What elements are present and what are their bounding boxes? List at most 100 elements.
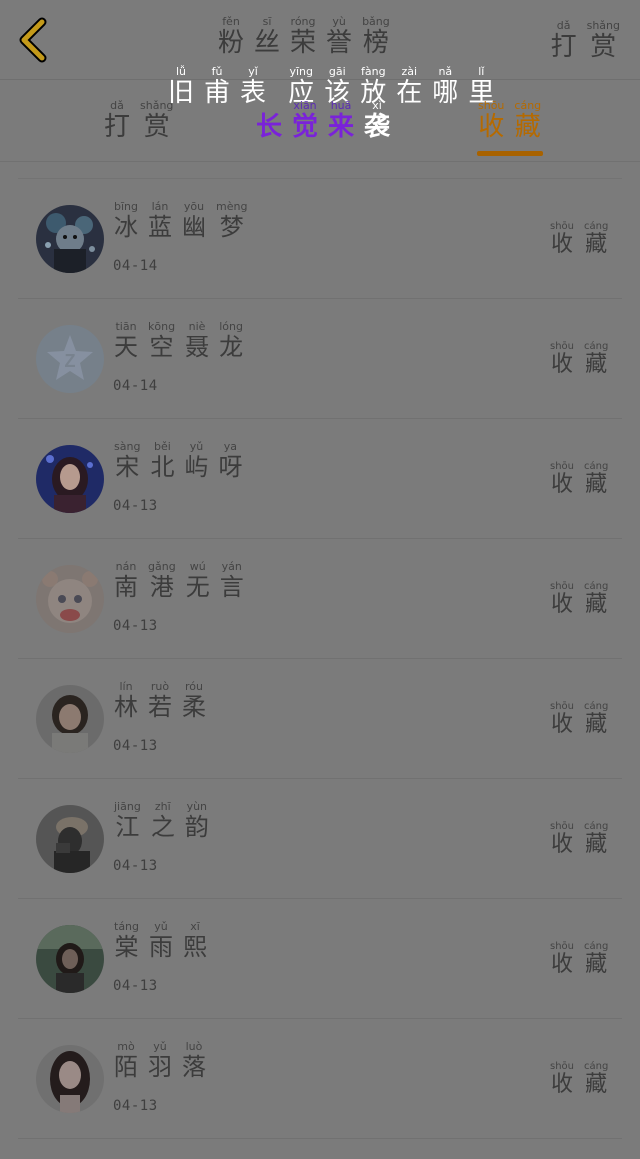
hanzi-text: 赏 (143, 112, 170, 142)
hanzi-text: 藏 (585, 952, 608, 977)
ruby-char: niè 聂 (185, 321, 209, 362)
favorite-button[interactable]: shōu 收 cáng 藏 (550, 221, 608, 258)
ruby-char: shōu 收 (550, 941, 574, 978)
hanzi-text: 棠 (114, 933, 139, 961)
hanzi-text: 来 (328, 112, 355, 142)
ruby-char: 长 (256, 100, 282, 142)
tab-reward[interactable]: dǎ 打 shǎng 赏 (104, 100, 173, 143)
fan-list-item[interactable]: nán 南 gǎng 港 wú 无 yán 言 04-13 shōu 收 cáng 藏 (0, 539, 640, 659)
avatar[interactable] (36, 1045, 104, 1113)
pinyin-text: běi (154, 440, 171, 453)
hanzi-text: 无 (185, 573, 210, 601)
avatar[interactable] (36, 445, 104, 513)
ruby-char: shōu 收 (550, 1061, 574, 1098)
hanzi-text: 雨 (149, 933, 174, 961)
ruby-char: cáng 藏 (584, 581, 608, 618)
avatar[interactable] (36, 205, 104, 273)
hanzi-text: 南 (114, 573, 138, 601)
favorite-button[interactable]: shōu 收 cáng 藏 (550, 821, 608, 858)
reward-header-button[interactable]: dǎ 打 shǎng 赏 (550, 19, 620, 63)
fan-name: lín 林 ruò 若 róu 柔 (114, 680, 206, 722)
ruby-char: lóng 龙 (219, 321, 244, 362)
hanzi-text: 之 (150, 813, 175, 841)
favorite-button[interactable]: shōu 收 cáng 藏 (550, 341, 608, 378)
avatar[interactable] (36, 565, 104, 633)
ruby-char: huā 来 (328, 100, 355, 143)
ruby-char: xī 熙 (183, 921, 208, 962)
hanzi-text: 熙 (183, 933, 208, 961)
avatar[interactable] (36, 925, 104, 993)
back-button[interactable] (14, 16, 54, 64)
pinyin-text: dǎ (556, 19, 571, 32)
hanzi-text: 打 (550, 32, 577, 62)
favorite-button[interactable]: shōu 收 cáng 藏 (550, 701, 608, 738)
hanzi-text: 呀 (218, 453, 243, 481)
pinyin-text: gāi (328, 65, 346, 78)
hanzi-text: 港 (149, 573, 174, 601)
pinyin-text: cáng (584, 821, 609, 832)
fan-list-item[interactable]: sàng 宋 běi 北 yǔ 屿 ya 呀 04-13 shōu 收 cáng 藏 (0, 419, 640, 539)
pinyin-text: zài (401, 65, 418, 78)
pinyin-text: shǎng (586, 19, 620, 32)
pinyin-text: yōu (183, 200, 205, 213)
favorite-button[interactable]: shōu 收 cáng 藏 (550, 941, 608, 978)
ruby-char: bīng 冰 (114, 201, 138, 242)
hanzi-text: 龙 (219, 333, 244, 361)
pinyin-text: tiān (115, 320, 137, 333)
hanzi-text: 藏 (585, 232, 608, 257)
fan-list-item[interactable]: bīng 冰 lán 蓝 yōu 幽 mèng 梦 04-14 shōu 收 cáng 藏 (0, 179, 640, 299)
pinyin-text: cáng (584, 581, 609, 592)
pinyin-text: nǎ (438, 65, 453, 78)
pinyin-text: fěn (222, 15, 240, 28)
hanzi-text: 藏 (585, 712, 608, 737)
hanzi-text: 幽 (182, 213, 206, 241)
pinyin-text: lín (119, 680, 133, 693)
hanzi-text: 天 (114, 333, 138, 361)
pinyin-text: yùn (186, 800, 208, 813)
fan-name: tiān 天 kōng 空 niè 聂 lóng 龙 (114, 320, 244, 362)
avatar[interactable] (36, 805, 104, 873)
pinyin-text: mèng (216, 200, 248, 213)
ruby-char: gǎng 港 (148, 561, 176, 602)
hanzi-text: 粉 (218, 28, 245, 58)
pinyin-text: yù (332, 15, 346, 28)
fan-list-item[interactable]: lín 林 ruò 若 róu 柔 04-13 shōu 收 cáng 藏 (0, 659, 640, 779)
fan-list-item[interactable]: táng 棠 yǔ 雨 xī 熙 04-13 shōu 收 cáng 藏 (0, 899, 640, 1019)
favorite-button[interactable]: shōu 收 cáng 藏 (550, 581, 608, 618)
fan-list-item[interactable]: jiāng 江 zhī 之 yùn 韵 04-13 shōu 收 cáng 藏 (0, 779, 640, 899)
fan-list-item[interactable]: mò 陌 yǔ 羽 luò 落 04-13 shōu 收 cáng 藏 (0, 1019, 640, 1139)
ruby-char: yán 言 (220, 560, 244, 602)
favorite-button[interactable]: shōu 收 cáng 藏 (550, 1061, 608, 1098)
ruby-char: cáng 藏 (584, 341, 608, 378)
pinyin-text: cáng (584, 221, 609, 232)
pinyin-text: róng (290, 15, 316, 28)
pinyin-text: yīng (289, 65, 313, 78)
fan-list-item[interactable]: Ztiān 天 kōng 空 niè 聂 lóng 龙 04-14 shōu 收 cáng 藏 (0, 299, 640, 419)
ruby-char: luò 落 (182, 1041, 206, 1082)
fan-name: sàng 宋 běi 北 yǔ 屿 ya 呀 (114, 440, 243, 482)
pinyin-text: ruò (150, 680, 170, 693)
ruby-char: mèng 梦 (216, 200, 248, 242)
hanzi-text: 丝 (254, 28, 281, 58)
ruby-char: shōu 收 (478, 100, 504, 143)
favorite-button[interactable]: shōu 收 cáng 藏 (550, 461, 608, 498)
hanzi-text: 羽 (148, 1053, 172, 1081)
ruby-char: cáng 藏 (514, 100, 541, 143)
tab-favorite[interactable]: shōu 收 cáng 藏 (478, 100, 541, 143)
pinyin-text: bǎng (362, 15, 390, 28)
pinyin-text: sàng (114, 440, 141, 453)
fan-name: táng 棠 yǔ 雨 xī 熙 (114, 921, 208, 962)
ruby-char: shōu 收 (550, 461, 574, 498)
ruby-char: ruò 若 (148, 680, 172, 722)
hanzi-text: 打 (104, 112, 131, 142)
ruby-char: ya 呀 (218, 441, 243, 482)
avatar[interactable]: Z (36, 325, 104, 393)
fan-date: 04-13 (113, 738, 158, 754)
pinyin-text: yán (221, 560, 242, 573)
avatar[interactable] (36, 685, 104, 753)
hanzi-text: 北 (150, 453, 175, 481)
pinyin-text: zhī (154, 800, 171, 813)
pinyin-text: shōu (550, 941, 575, 952)
ruby-char: dǎ 打 (550, 19, 577, 63)
ruby-char: xì 袭 (364, 100, 390, 143)
